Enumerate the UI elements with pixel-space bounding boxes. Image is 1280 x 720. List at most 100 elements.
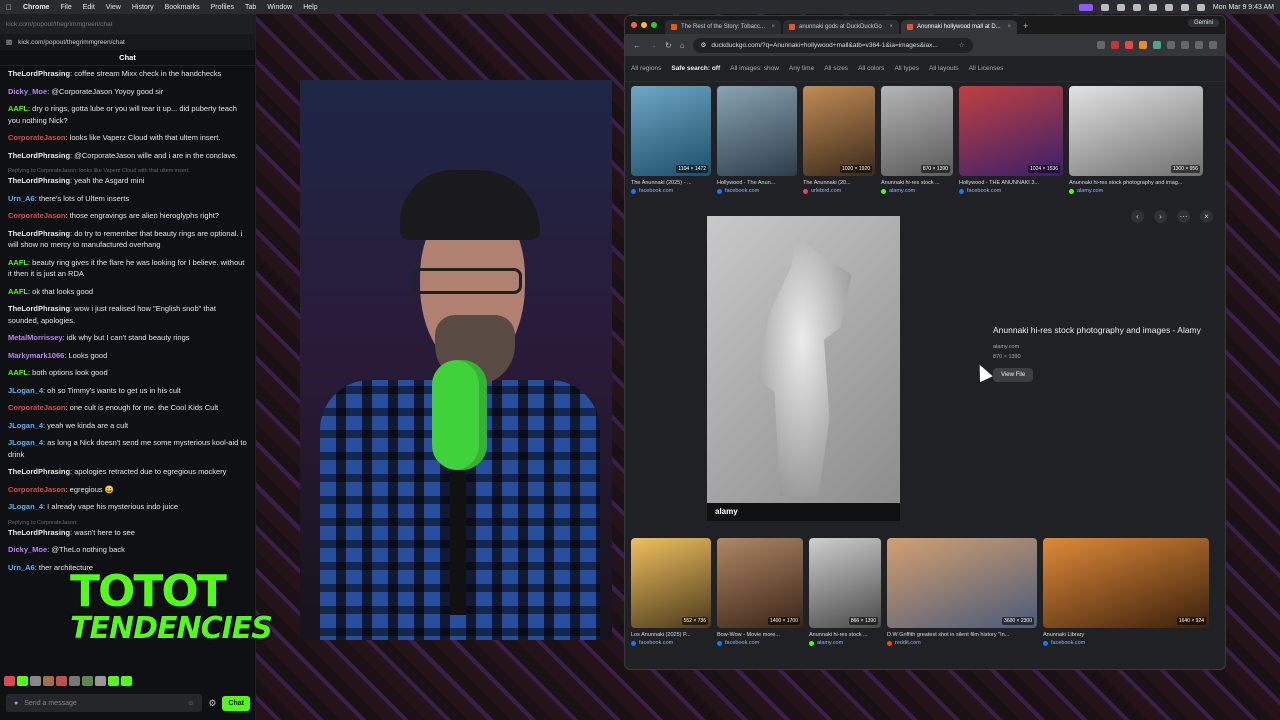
filter-layouts[interactable]: All layouts xyxy=(929,65,959,72)
image-caption[interactable]: Bow-Wow - Movie more... xyxy=(717,632,803,638)
next-chevron-icon[interactable]: › xyxy=(1154,210,1167,223)
extension-icon[interactable] xyxy=(1153,41,1161,49)
image-caption[interactable]: Anunnaki hi-res stock ... xyxy=(809,632,881,638)
reload-icon[interactable]: ↻ xyxy=(665,41,672,50)
image-source[interactable]: facebook.com xyxy=(1043,640,1209,646)
previous-chevron-icon[interactable]: ‹ xyxy=(1131,210,1144,223)
image-result[interactable]: 1024 × 1536 Hollywood - THE ANUNNAKI 3...… xyxy=(959,86,1063,194)
settings-gear-icon[interactable]: ⚙ xyxy=(208,698,216,709)
image-thumbnail[interactable]: 1400 × 1700 xyxy=(717,538,803,628)
chat-username[interactable]: AAFL xyxy=(8,287,28,296)
search-icon[interactable] xyxy=(1180,3,1189,11)
image-source[interactable]: facebook.com xyxy=(717,188,797,194)
maximize-window-icon[interactable] xyxy=(651,22,657,28)
tray-app-icon[interactable] xyxy=(1100,3,1109,11)
chat-username[interactable]: JLogan_4 xyxy=(8,438,43,447)
image-caption[interactable]: D.W Griffith greatest shot in silent fil… xyxy=(887,632,1037,638)
close-tab-icon[interactable]: × xyxy=(1007,24,1011,30)
image-source[interactable]: alamy.com xyxy=(809,640,881,646)
detail-site[interactable]: alamy.com xyxy=(993,344,1213,350)
tab-anunnaki-gods[interactable]: anunnaki gods at DuckDuckGo × xyxy=(783,20,899,34)
control-center-icon[interactable] xyxy=(1196,3,1205,11)
filter-images[interactable]: All images: show xyxy=(730,65,779,72)
chat-username[interactable]: AAFL xyxy=(8,104,28,113)
close-icon[interactable]: × xyxy=(1200,210,1213,223)
menubar-item-bookmarks[interactable]: Bookmarks xyxy=(165,4,200,11)
extension-icon[interactable] xyxy=(1167,41,1175,49)
tab-rest-of-story[interactable]: The Rest of the Story: Tobacc... × xyxy=(665,20,781,34)
chat-input[interactable]: ● Send a message ☺ xyxy=(6,694,203,712)
address-bar-url[interactable]: duckduckgo.com/?q=Anunnaki+hollywood+mal… xyxy=(711,42,937,49)
new-tab-button[interactable]: + xyxy=(1023,21,1028,31)
recording-icon[interactable] xyxy=(1078,3,1093,11)
emote-icon[interactable] xyxy=(4,676,15,686)
image-thumbnail[interactable]: 552 × 736 xyxy=(631,538,711,628)
image-source[interactable]: reddit.com xyxy=(887,640,1037,646)
view-file-button[interactable]: View File xyxy=(993,368,1034,382)
chat-username[interactable]: Dicky_Moe xyxy=(8,545,47,554)
image-result[interactable]: 1300 × 956 Anunnaki hi-res stock photogra… xyxy=(1069,86,1203,194)
menubar-item-view[interactable]: View xyxy=(106,4,121,11)
emote-icon[interactable] xyxy=(17,676,28,686)
menubar-app-name[interactable]: Chrome xyxy=(23,4,49,11)
image-thumbnail[interactable]: 1024 × 1536 xyxy=(959,86,1063,176)
more-options-icon[interactable]: ⋯ xyxy=(1177,210,1190,223)
extension-icon[interactable] xyxy=(1139,41,1147,49)
close-window-icon[interactable] xyxy=(631,22,637,28)
emoji-icon[interactable]: ☺ xyxy=(187,700,194,707)
image-source[interactable]: facebook.com xyxy=(631,640,711,646)
chat-username[interactable]: CorporateJason xyxy=(8,133,66,142)
site-info-icon[interactable]: ⚙ xyxy=(701,41,707,49)
close-tab-icon[interactable]: × xyxy=(771,24,775,30)
image-source[interactable]: alamy.com xyxy=(1069,188,1203,194)
chat-username[interactable]: Urn_A6 xyxy=(8,194,35,203)
close-tab-icon[interactable]: × xyxy=(889,24,893,30)
menubar-item-help[interactable]: Help xyxy=(303,4,317,11)
chat-url-bar[interactable]: ▧ kick.com/popout/thegrimmgreen/chat xyxy=(0,34,255,50)
image-result[interactable]: 1104 × 1472 The Anunnaki (2025) - ... face… xyxy=(631,86,711,194)
detail-preview-image[interactable]: alamy xyxy=(707,216,900,521)
emote-icon[interactable] xyxy=(56,676,67,686)
image-thumbnail[interactable] xyxy=(717,86,797,176)
address-bar[interactable]: ⚙ duckduckgo.com/?q=Anunnaki+hollywood+m… xyxy=(692,37,973,53)
image-caption[interactable]: Anunnaki hi-res stock ... xyxy=(881,180,953,186)
chat-username[interactable]: CorporateJason xyxy=(8,485,66,494)
microphone-icon[interactable]: ● xyxy=(14,700,18,707)
chat-username[interactable]: Markymark1066 xyxy=(8,351,64,360)
chat-username[interactable]: AAFL xyxy=(8,258,28,267)
emote-icon[interactable] xyxy=(30,676,41,686)
gemini-button[interactable]: Gemini xyxy=(1187,19,1219,27)
filter-safe-search[interactable]: Safe search: off xyxy=(671,65,720,72)
chat-username[interactable]: CorporateJason xyxy=(8,211,66,220)
image-source[interactable]: alamy.com xyxy=(881,188,953,194)
menubar-clock[interactable]: Mon Mar 9 9:43 AM xyxy=(1213,4,1274,11)
image-caption[interactable]: Hollywood - THE ANUNNAKI 3... xyxy=(959,180,1063,186)
image-thumbnail[interactable]: 1104 × 1472 xyxy=(631,86,711,176)
filter-regions[interactable]: All regions xyxy=(631,65,661,72)
chat-send-button[interactable]: Chat xyxy=(222,695,250,711)
chat-username[interactable]: AAFL xyxy=(8,368,28,377)
chat-url[interactable]: kick.com/popout/thegrimmgreen/chat xyxy=(18,39,125,46)
image-thumbnail[interactable]: 870 × 1390 xyxy=(881,86,953,176)
filter-licenses[interactable]: All Licenses xyxy=(969,65,1004,72)
chat-username[interactable]: TheLordPhrasing xyxy=(8,176,70,185)
image-caption[interactable]: Hollywood - The Anun... xyxy=(717,180,797,186)
image-source[interactable]: facebook.com xyxy=(631,188,711,194)
image-source[interactable]: facebook.com xyxy=(717,640,803,646)
history-icon[interactable] xyxy=(1181,41,1189,49)
image-thumbnail[interactable]: 3600 × 2300 xyxy=(887,538,1037,628)
chat-username[interactable]: TheLordPhrasing xyxy=(8,229,70,238)
extension-icon[interactable] xyxy=(1125,41,1133,49)
chat-username[interactable]: TheLordPhrasing xyxy=(8,69,70,78)
image-thumbnail[interactable]: 1640 × 924 xyxy=(1043,538,1209,628)
bluetooth-icon[interactable] xyxy=(1148,3,1157,11)
menubar-item-history[interactable]: History xyxy=(132,4,154,11)
menubar-item-profiles[interactable]: Profiles xyxy=(211,4,234,11)
menubar-item-edit[interactable]: Edit xyxy=(83,4,95,11)
profile-icon[interactable] xyxy=(1195,41,1203,49)
chat-username[interactable]: TheLordPhrasing xyxy=(8,528,70,537)
filter-colors[interactable]: All colors xyxy=(858,65,884,72)
chat-username[interactable]: JLogan_4 xyxy=(8,502,43,511)
chat-username[interactable]: TheLordPhrasing xyxy=(8,151,70,160)
image-result[interactable]: 3600 × 2300 D.W Griffith greatest shot in… xyxy=(887,538,1037,646)
